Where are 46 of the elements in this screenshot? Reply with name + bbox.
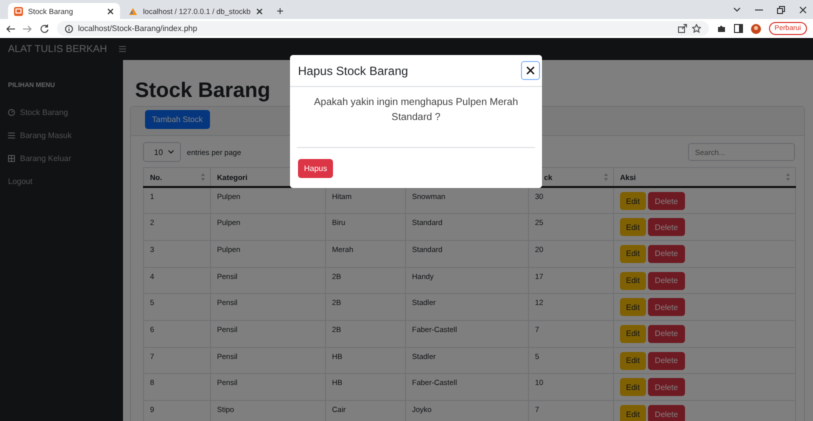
back-arrow-icon[interactable] <box>6 24 15 32</box>
share-icon[interactable] <box>678 24 687 33</box>
edit-button[interactable]: Edit <box>620 272 646 290</box>
side-panel-icon[interactable] <box>734 24 743 33</box>
edit-button[interactable]: Edit <box>620 405 646 421</box>
edit-button[interactable]: Edit <box>620 192 646 210</box>
chevron-down-icon[interactable] <box>733 6 741 12</box>
modal-title: Hapus Stock Barang <box>298 64 410 78</box>
close-icon <box>526 66 535 75</box>
caret-icon <box>168 150 174 154</box>
edit-button[interactable]: Edit <box>620 244 646 263</box>
page-size-select[interactable]: 10 <box>143 142 181 162</box>
page-title: Stock Barang <box>135 78 270 103</box>
delete-button[interactable]: Delete <box>648 244 685 263</box>
reload-icon[interactable] <box>40 24 49 33</box>
restore-icon[interactable] <box>777 6 785 14</box>
page-favicon-icon <box>14 6 23 16</box>
close-icon[interactable] <box>107 8 114 14</box>
close-icon[interactable] <box>799 6 807 14</box>
brand-name: ALAT TULIS BERKAH <box>8 44 107 54</box>
edit-button[interactable]: Edit <box>620 298 646 316</box>
delete-button[interactable]: Delete <box>648 218 685 236</box>
close-button[interactable] <box>521 61 540 80</box>
avatar-icon[interactable] <box>750 24 761 34</box>
delete-confirm-button[interactable]: Hapus <box>298 159 334 178</box>
delete-button[interactable]: Delete <box>648 378 685 396</box>
star-icon[interactable] <box>692 24 701 33</box>
delete-button[interactable]: Delete <box>648 192 685 210</box>
forward-arrow-icon[interactable] <box>23 24 32 32</box>
new-tab-button[interactable]: + <box>270 3 290 19</box>
info-icon <box>65 24 73 32</box>
minimize-icon[interactable] <box>755 6 763 12</box>
sailboat-icon <box>128 6 138 16</box>
delete-button[interactable]: Delete <box>648 272 685 290</box>
address-field[interactable]: localhost/Stock-Barang/index.php <box>78 24 198 33</box>
delete-button[interactable]: Delete <box>648 298 685 316</box>
delete-button[interactable]: Delete <box>648 405 685 421</box>
delete-button[interactable]: Delete <box>648 352 685 370</box>
add-stock-button[interactable]: Tambah Stock <box>145 110 210 129</box>
confirm-message: Apakah yakin ingin menghapus Pulpen Merah Standard ? <box>312 96 520 125</box>
edit-button[interactable]: Edit <box>620 352 646 370</box>
edit-button[interactable]: Edit <box>620 218 646 236</box>
close-icon[interactable] <box>256 8 263 14</box>
edit-button[interactable]: Edit <box>620 324 646 343</box>
delete-button[interactable]: Delete <box>648 324 685 343</box>
edit-button[interactable]: Edit <box>620 378 646 396</box>
